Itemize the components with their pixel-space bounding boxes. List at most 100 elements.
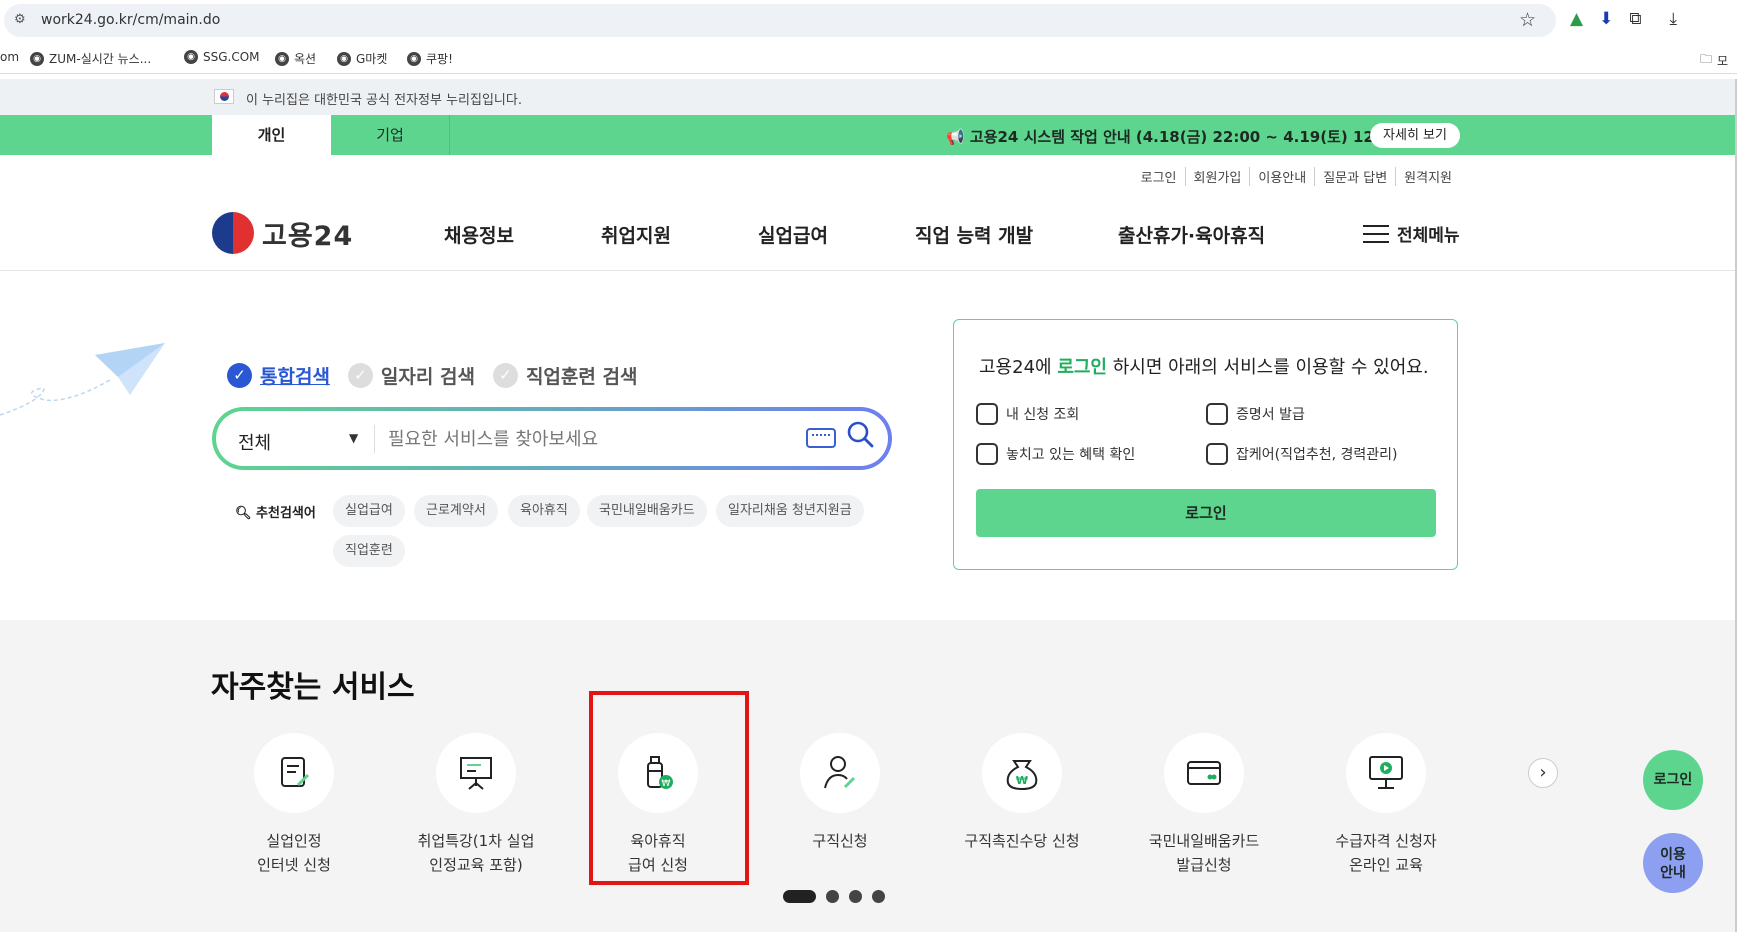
util-login-link[interactable]: 로그인	[1133, 167, 1185, 186]
floating-guide-button[interactable]: 이용 안내	[1643, 833, 1703, 893]
bookmark-item[interactable]: ◉ G마켓	[337, 50, 387, 67]
nav-job-support[interactable]: 취업지원	[601, 221, 671, 248]
korea-flag-icon	[214, 89, 234, 104]
drive-extension-icon[interactable]: ▲	[1570, 9, 1583, 29]
bookmark-item[interactable]: ◉ 쿠팡!	[407, 50, 453, 67]
service-label: 놓치고 있는 혜택 확인	[1006, 447, 1136, 463]
bookmark-label: 쿠팡!	[426, 52, 453, 66]
service-online-education[interactable]: 수급자격 신청자 온라인 교육	[1306, 733, 1466, 877]
service-label: 잡케어(직업추천, 경력관리)	[1236, 447, 1398, 463]
tab-label: 일자리 검색	[380, 366, 475, 388]
download-extension-icon[interactable]: ⬇	[1599, 9, 1613, 29]
bookmark-item[interactable]: om	[0, 50, 19, 64]
bookmark-item[interactable]: ◉ 옥션	[275, 50, 316, 67]
util-signup-link[interactable]: 회원가입	[1184, 167, 1250, 186]
page-dot[interactable]	[849, 890, 862, 903]
service-label: 구직촉진수당 신청	[964, 832, 1080, 850]
service-job-promotion-allowance[interactable]: ₩ 구직촉진수당 신청	[942, 733, 1102, 853]
bookmark-item[interactable]: ◉ ZUM-실시간 뉴스...	[30, 50, 151, 67]
globe-icon: ◉	[337, 51, 351, 66]
floating-login-button[interactable]: 로그인	[1643, 750, 1703, 810]
keyword-chip[interactable]: 육아휴직	[508, 495, 580, 527]
site-info-icon[interactable]: ⚙	[14, 12, 26, 27]
service-job-application[interactable]: 구직신청	[760, 733, 920, 853]
title-login-highlight: 로그인	[1057, 357, 1107, 378]
keyboard-icon[interactable]	[806, 428, 836, 448]
service-my-applications[interactable]: 내 신청 조회	[976, 403, 1079, 425]
service-label: 취업특강(1차 실업 인정교육 포함)	[417, 832, 535, 874]
keyword-chip[interactable]: 국민내일배움카드	[587, 495, 707, 527]
page-dot[interactable]	[783, 890, 816, 903]
bookmark-star-icon[interactable]: ☆	[1519, 9, 1536, 31]
next-arrow-icon[interactable]: ›	[1528, 758, 1558, 788]
check-icon: ✓	[227, 363, 252, 388]
nav-vocational-training[interactable]: 직업 능력 개발	[915, 221, 1033, 248]
keyword-chip[interactable]: 직업훈련	[333, 535, 405, 567]
search-tabs: ✓ 통합검색 ✓ 일자리 검색 ✓ 직업훈련 검색	[227, 362, 637, 389]
bookmark-label: G마켓	[356, 52, 388, 66]
service-certificate[interactable]: 증명서 발급	[1206, 403, 1305, 425]
tab-label: 직업훈련 검색	[525, 366, 638, 388]
globe-icon: ◉	[275, 51, 289, 66]
nav-recruit[interactable]: 채용정보	[444, 221, 514, 248]
keyword-chip[interactable]: 일자리채움 청년지원금	[716, 495, 864, 527]
extensions-puzzle-icon[interactable]: ⧉	[1629, 9, 1641, 29]
paper-plane-icon	[0, 343, 165, 416]
service-job-lecture[interactable]: 취업특강(1차 실업 인정교육 포함)	[396, 733, 556, 877]
page-dot[interactable]	[826, 890, 839, 903]
keyword-chip[interactable]: 실업급여	[333, 495, 405, 527]
all-menu-button[interactable]: 전체메뉴	[1363, 221, 1460, 246]
checklist-icon	[976, 403, 998, 425]
search-box: 전체 ▼	[212, 407, 892, 470]
title-text: 하시면 아래의 서비스를 이용할 수 있어요.	[1107, 357, 1429, 378]
bookmark-folder[interactable]: 🗀 모	[1700, 50, 1728, 71]
search-scope-select[interactable]: 전체	[238, 429, 271, 455]
system-notice[interactable]: 📢 고용24 시스템 작업 안내 (4.18(금) 22:00 ~ 4.19(토…	[946, 126, 1408, 147]
top-tab-bar: 개인 기업 📢 고용24 시스템 작업 안내 (4.18(금) 22:00 ~ …	[0, 115, 1737, 155]
site-logo[interactable]: 고용24	[212, 212, 353, 254]
service-label: 내 신청 조회	[1006, 407, 1080, 423]
credit-card-icon	[1164, 733, 1244, 813]
page-dot[interactable]	[872, 890, 885, 903]
address-bar[interactable]: ⚙ work24.go.kr/cm/main.do ☆	[4, 4, 1556, 37]
jobcare-icon	[1206, 443, 1228, 465]
bookmark-label: 모	[1717, 54, 1729, 68]
tab-integrated-search[interactable]: ✓ 통합검색	[227, 362, 330, 389]
util-qna-link[interactable]: 질문과 답변	[1314, 167, 1395, 186]
caret-down-icon[interactable]: ▼	[349, 431, 358, 445]
recommend-label: 🔍︎ 추천검색어	[235, 502, 316, 521]
tab-job-search[interactable]: ✓ 일자리 검색	[347, 362, 475, 389]
downloads-icon[interactable]: ⤓	[1669, 9, 1677, 29]
tab-training-search[interactable]: ✓ 직업훈련 검색	[492, 362, 638, 389]
keyword-chip[interactable]: 근로계약서	[414, 495, 498, 527]
check-icon: ✓	[347, 363, 373, 388]
taegeuk-logo-icon	[212, 212, 254, 254]
tab-company[interactable]: 기업	[331, 115, 450, 155]
frequent-services-section: 자주찾는 서비스 실업인정 인터넷 신청 취업특강(1차 실업 인정교육 포함)…	[0, 620, 1737, 932]
service-learning-card[interactable]: 국민내일배움카드 발급신청	[1124, 733, 1284, 877]
bookmark-item[interactable]: ◉ SSG.COM	[184, 50, 260, 64]
search-icon[interactable]	[846, 420, 874, 448]
folder-icon: 🗀	[1700, 52, 1713, 66]
service-label: 실업인정 인터넷 신청	[257, 832, 331, 874]
bookmark-label: om	[0, 50, 20, 64]
detail-button[interactable]: 자세히 보기	[1370, 123, 1460, 148]
recommend-label-text: 추천검색어	[256, 506, 316, 521]
util-remote-support-link[interactable]: 원격지원	[1395, 167, 1460, 186]
search-input[interactable]	[388, 425, 788, 453]
tab-personal[interactable]: 개인	[212, 115, 331, 155]
service-label: 국민내일배움카드 발급신청	[1148, 832, 1260, 874]
nav-divider	[0, 270, 1737, 271]
service-unemployment-recognition[interactable]: 실업인정 인터넷 신청	[214, 733, 374, 877]
nav-unemployment-benefit[interactable]: 실업급여	[758, 221, 828, 248]
service-jobcare[interactable]: 잡케어(직업추천, 경력관리)	[1206, 443, 1398, 465]
globe-icon: ◉	[184, 50, 198, 64]
util-guide-link[interactable]: 이용안내	[1249, 167, 1314, 186]
service-missed-benefits[interactable]: 놓치고 있는 혜택 확인	[976, 443, 1135, 465]
browser-toolbar: ⚙ work24.go.kr/cm/main.do ☆ ▲ ⬇ ⧉ ⤓	[0, 0, 1737, 40]
search-icon: 🔍︎	[235, 506, 252, 521]
url-text[interactable]: work24.go.kr/cm/main.do	[41, 12, 220, 28]
nav-parental-leave[interactable]: 출산휴가·육아휴직	[1118, 221, 1265, 248]
utility-links: 로그인 회원가입 이용안내 질문과 답변 원격지원	[1133, 167, 1460, 186]
login-button[interactable]: 로그인	[976, 489, 1436, 537]
